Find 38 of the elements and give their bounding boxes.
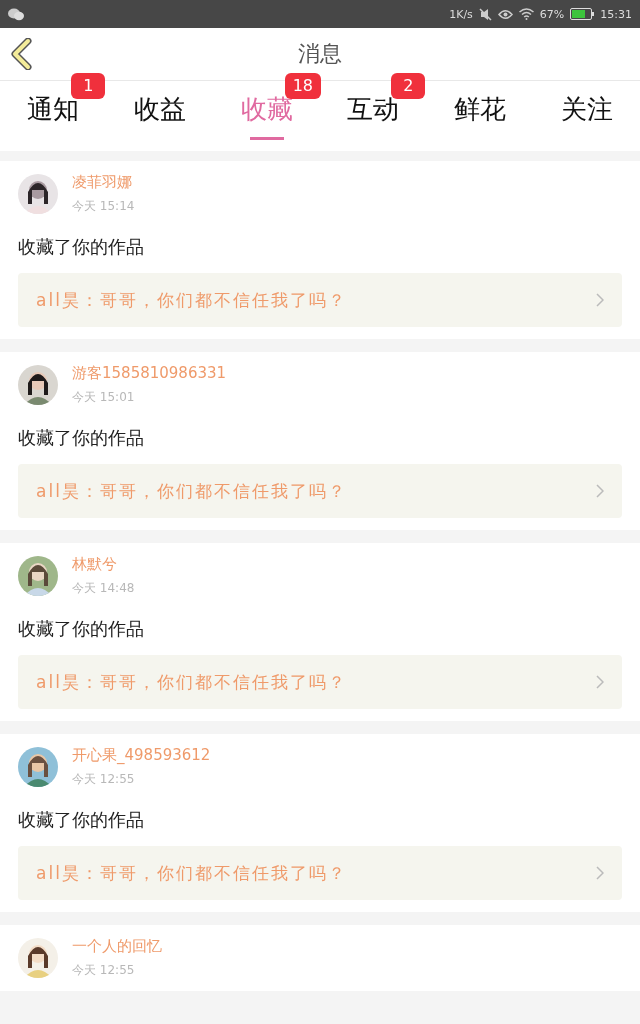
user-name[interactable]: 林默兮 [72,555,135,574]
battery-icon [570,8,595,20]
clock: 15:31 [600,7,632,21]
chevron-icon [596,484,604,498]
chat-icon [8,7,24,21]
page-title: 消息 [298,40,342,68]
quoted-post[interactable]: all昊：哥哥，你们都不信任我了吗？ [18,846,622,900]
timestamp: 今天 15:01 [72,389,136,406]
quoted-post[interactable]: all昊：哥哥，你们都不信任我了吗？ [18,273,622,327]
message-text: 收藏了你的作品 [18,235,145,259]
timestamp: 今天 12:55 [72,771,136,788]
tab[interactable]: 关注 [533,81,640,151]
network-speed: 1K/s [449,7,473,21]
count-badge: 2 [391,73,426,99]
timestamp: 今天 14:48 [72,580,135,597]
timestamp: 今天 12:55 [72,962,136,979]
tab[interactable]: 收益 [106,81,214,151]
chevron-icon [596,293,604,307]
user-name[interactable]: 游客1585810986331 [72,364,227,383]
message-text: 收藏了你的作品 [18,617,145,641]
wifi-icon [518,8,534,20]
chevron-icon [596,866,604,880]
timestamp: 今天 15:14 [72,198,135,215]
eye-icon [497,8,513,20]
user-name[interactable]: 一个人的回忆 [72,937,162,956]
chevron-icon [596,675,604,689]
message-text: 收藏了你的作品 [18,426,145,450]
back-icon[interactable] [10,38,34,70]
mute-icon [478,7,492,21]
user-name[interactable]: 凌菲羽娜 [72,173,135,192]
message-text: 收藏了你的作品 [18,808,145,832]
user-name[interactable]: 开心果_498593612 [72,746,211,765]
tab[interactable]: 鲜花 [426,81,534,151]
count-badge: 1 [71,73,106,99]
quoted-post[interactable]: all昊：哥哥，你们都不信任我了吗？ [18,655,622,709]
battery-percent: 67% [539,7,565,21]
count-badge: 18 [284,73,322,99]
quoted-post[interactable]: all昊：哥哥，你们都不信任我了吗？ [18,464,622,518]
